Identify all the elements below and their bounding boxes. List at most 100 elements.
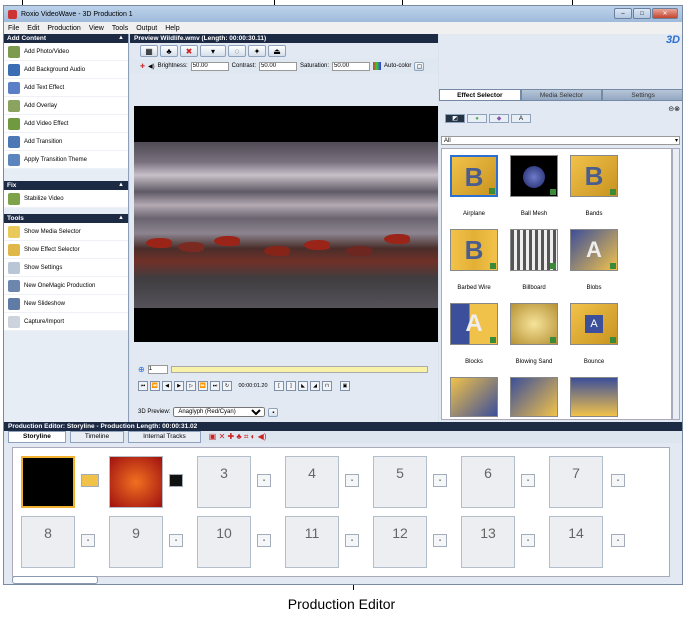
collapse-icon[interactable]: ▲ — [118, 214, 124, 223]
transition-slot[interactable]: ▪ — [433, 534, 447, 547]
transition-slot[interactable] — [169, 474, 183, 487]
collapse-icon[interactable]: ▲ — [118, 181, 124, 190]
add-text-effect-item[interactable]: Add Text Effect — [4, 79, 128, 97]
close-button[interactable]: ✕ — [652, 8, 678, 19]
menu-file[interactable]: File — [8, 25, 19, 32]
new-onemagic-production-item[interactable]: New OneMagic Production — [4, 277, 128, 295]
storyline-slot[interactable]: 14 — [549, 516, 603, 568]
go-start-icon[interactable]: ⏮ — [138, 381, 148, 391]
storyline-scrollbar[interactable] — [12, 576, 98, 584]
transition-slot[interactable]: ▪ — [611, 534, 625, 547]
disabled-tool-icon[interactable]: ◌ — [228, 45, 246, 57]
storyline-slot[interactable]: 3 — [197, 456, 251, 508]
video-effects-icon[interactable]: ● — [467, 114, 487, 123]
grid-view-icon[interactable]: ▦ — [140, 45, 158, 57]
transition-slot[interactable]: ▪ — [257, 534, 271, 547]
menu-view[interactable]: View — [89, 25, 104, 32]
rewind-icon[interactable]: ⏪ — [150, 381, 160, 391]
tab-settings[interactable]: Settings — [602, 89, 682, 101]
menu-edit[interactable]: Edit — [27, 25, 39, 32]
add-background-audio-item[interactable]: Add Background Audio — [4, 61, 128, 79]
effect-bounce[interactable]: A Bounce — [568, 303, 620, 365]
delete-icon[interactable]: ✖ — [180, 45, 198, 57]
menu-output[interactable]: Output — [136, 25, 157, 32]
go-end-icon[interactable]: ⏭ — [210, 381, 220, 391]
menu-dropdown-icon[interactable]: ▾ — [200, 45, 226, 57]
minimize-button[interactable]: – — [614, 8, 632, 19]
scrub-track[interactable] — [170, 365, 428, 373]
new-slideshow-item[interactable]: New Slideshow — [4, 295, 128, 313]
storyline-slot[interactable]: 11 — [285, 516, 339, 568]
tab-storyline[interactable]: Storyline — [8, 431, 66, 443]
autocolor-toggle-icon[interactable]: ▢ — [414, 61, 425, 71]
text-effects-icon[interactable]: A — [511, 114, 531, 123]
transition-slot[interactable]: ▪ — [611, 474, 625, 487]
tab-internal-tracks[interactable]: Internal Tracks — [128, 431, 201, 443]
volume-icon[interactable]: ◀) — [148, 63, 155, 70]
show-effect-selector-item[interactable]: Show Effect Selector — [4, 241, 128, 259]
3d-preview-select[interactable]: Anaglyph (Red/Cyan) — [173, 407, 266, 417]
panel-options-icon[interactable]: ⊝⊗ — [668, 105, 680, 113]
tools-header[interactable]: Tools ▲ — [4, 214, 128, 223]
trim-start-icon[interactable]: ◣ — [298, 381, 308, 391]
add-video-effect-item[interactable]: Add Video Effect — [4, 115, 128, 133]
menu-production[interactable]: Production — [47, 25, 80, 32]
tab-media-selector[interactable]: Media Selector — [520, 89, 603, 101]
add-tool-icon[interactable]: ✦ — [248, 45, 266, 57]
split-icon[interactable]: ⊓ — [322, 381, 332, 391]
mark-out-icon[interactable]: ] — [286, 381, 296, 391]
loop-icon[interactable]: ↻ — [222, 381, 232, 391]
effect-grid-scrollbar[interactable] — [672, 148, 680, 420]
transitions-icon[interactable]: ◩ — [445, 114, 465, 123]
effect-blowing-sand[interactable]: Blowing Sand — [508, 303, 560, 365]
add-overlay-item[interactable]: Add Overlay — [4, 97, 128, 115]
editor-toolbar-icons[interactable]: ▣ ✕ ✚ ♣ ⌗ ◐ ◀) — [209, 432, 267, 442]
effect-airplane[interactable]: B Airplane — [448, 155, 500, 217]
storyline-slot[interactable]: 7 — [549, 456, 603, 508]
pin-icon[interactable]: ✚ — [140, 63, 145, 70]
storyline-clip-2[interactable] — [109, 456, 163, 508]
effect-blocks[interactable]: A Blocks — [448, 303, 500, 365]
storyline-clip-1[interactable] — [21, 456, 75, 508]
effect-blobs[interactable]: A Blobs — [568, 229, 620, 291]
overlays-icon[interactable]: ◆ — [489, 114, 509, 123]
collapse-icon[interactable]: ▲ — [118, 34, 124, 43]
contrast-input[interactable] — [259, 61, 298, 71]
zoom-icon[interactable]: ⊕ — [138, 365, 145, 374]
saturation-input[interactable] — [332, 61, 371, 71]
menu-tools[interactable]: Tools — [112, 25, 128, 32]
video-preview[interactable] — [134, 106, 438, 342]
add-transition-item[interactable]: Add Transition — [4, 133, 128, 151]
transition-slot[interactable]: ▪ — [257, 474, 271, 487]
transition-slot[interactable]: ▪ — [521, 474, 535, 487]
effects-icon[interactable]: ♣ — [160, 45, 178, 57]
effect-billboard[interactable]: Billboard — [508, 229, 560, 291]
storyline-slot[interactable]: 13 — [461, 516, 515, 568]
fullscreen-icon[interactable]: ▣ — [340, 381, 350, 391]
storyline-slot[interactable]: 6 — [461, 456, 515, 508]
show-settings-item[interactable]: Show Settings — [4, 259, 128, 277]
transition-slot[interactable]: ▪ — [345, 534, 359, 547]
transition-slot[interactable]: ▪ — [521, 534, 535, 547]
capture-import-item[interactable]: Capture/Import — [4, 313, 128, 331]
transition-slot[interactable]: ▪ — [345, 474, 359, 487]
step-back-icon[interactable]: ◀ — [162, 381, 172, 391]
storyline-slot[interactable]: 12 — [373, 516, 427, 568]
transition-slot[interactable]: ▪ — [433, 474, 447, 487]
eject-icon[interactable]: ⏏ — [268, 45, 286, 57]
effect-barbed-wire[interactable]: B Barbed Wire — [448, 229, 500, 291]
storyline-slot[interactable]: 8 — [21, 516, 75, 568]
transition-slot[interactable]: ▪ — [81, 534, 95, 547]
transition-slot[interactable]: ▪ — [169, 534, 183, 547]
maximize-button[interactable]: □ — [633, 8, 651, 19]
storyline-slot[interactable]: 5 — [373, 456, 427, 508]
mark-in-icon[interactable]: [ — [274, 381, 284, 391]
transition-slot[interactable] — [81, 474, 99, 487]
storyline-slot[interactable]: 10 — [197, 516, 251, 568]
add-photo-video-item[interactable]: Add Photo/Video — [4, 43, 128, 61]
3d-settings-icon[interactable]: ▪ — [268, 407, 279, 417]
menu-help[interactable]: Help — [165, 25, 179, 32]
effect-bands[interactable]: B Bands — [568, 155, 620, 217]
show-media-selector-item[interactable]: Show Media Selector — [4, 223, 128, 241]
storyline-slot[interactable]: 9 — [109, 516, 163, 568]
